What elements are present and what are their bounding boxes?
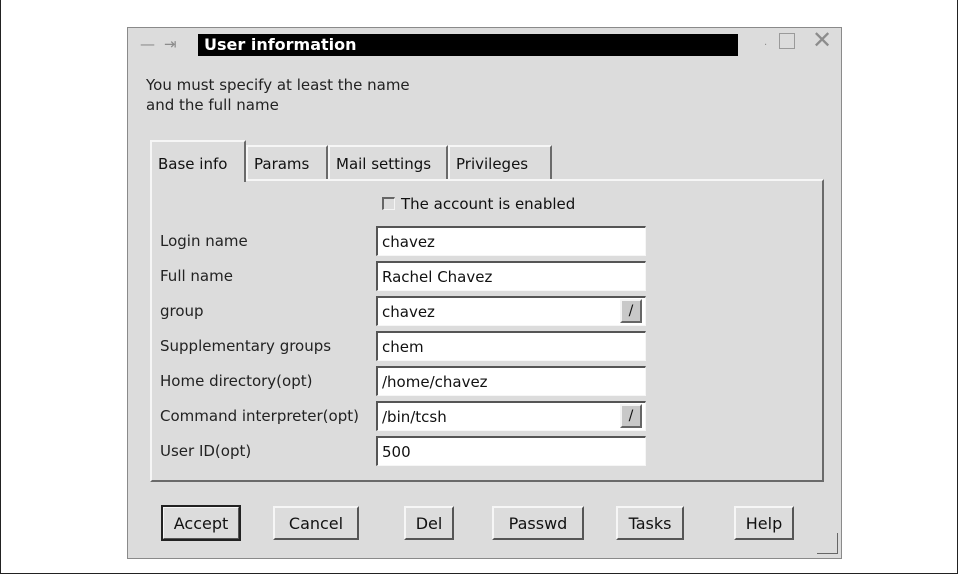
login-name-input[interactable] bbox=[376, 226, 646, 256]
user-id-label: User ID(opt) bbox=[160, 442, 252, 460]
user-id-input[interactable] bbox=[376, 436, 646, 466]
accept-button[interactable]: Accept bbox=[161, 505, 241, 541]
resize-grip-icon[interactable] bbox=[817, 533, 838, 554]
login-name-label: Login name bbox=[160, 232, 248, 250]
help-button[interactable]: Help bbox=[734, 506, 794, 540]
group-combo-input[interactable] bbox=[376, 296, 646, 326]
home-directory-label: Home directory(opt) bbox=[160, 372, 313, 390]
close-icon[interactable]: ✕ bbox=[812, 28, 832, 52]
group-label: group bbox=[160, 302, 204, 320]
command-interpreter-combo-input[interactable] bbox=[376, 401, 646, 431]
tab-base-info[interactable]: Base info bbox=[150, 140, 246, 182]
window-menu-icon[interactable]: — bbox=[140, 34, 155, 54]
del-button[interactable]: Del bbox=[404, 506, 454, 540]
maximize-icon[interactable] bbox=[779, 33, 795, 49]
account-enabled-checkbox[interactable] bbox=[382, 197, 395, 210]
home-directory-input[interactable] bbox=[376, 366, 646, 396]
tab-privileges[interactable]: Privileges bbox=[448, 145, 552, 180]
full-name-label: Full name bbox=[160, 267, 233, 285]
account-enabled-row[interactable]: The account is enabled bbox=[382, 194, 575, 214]
passwd-button[interactable]: Passwd bbox=[492, 506, 584, 540]
pin-icon[interactable]: ⇥ bbox=[164, 34, 177, 54]
tab-mail-settings[interactable]: Mail settings bbox=[328, 145, 448, 180]
user-information-window: — ⇥ User information · ✕ You must specif… bbox=[127, 27, 842, 559]
command-interpreter-label: Command interpreter(opt) bbox=[160, 407, 359, 425]
full-name-input[interactable] bbox=[376, 261, 646, 291]
window-title: User information bbox=[198, 34, 738, 56]
title-bar[interactable]: — ⇥ User information · ✕ bbox=[128, 28, 841, 60]
command-interpreter-dropdown-icon[interactable]: / bbox=[620, 404, 642, 428]
group-dropdown-icon[interactable]: / bbox=[620, 299, 642, 323]
account-enabled-label: The account is enabled bbox=[401, 195, 576, 213]
supplementary-groups-input[interactable] bbox=[376, 331, 646, 361]
cancel-button[interactable]: Cancel bbox=[273, 506, 359, 540]
minimize-icon[interactable]: · bbox=[764, 36, 767, 56]
tab-params[interactable]: Params bbox=[246, 145, 328, 180]
tasks-button[interactable]: Tasks bbox=[616, 506, 684, 540]
supplementary-groups-label: Supplementary groups bbox=[160, 337, 332, 355]
instruction-text: You must specify at least the name and t… bbox=[146, 76, 410, 114]
